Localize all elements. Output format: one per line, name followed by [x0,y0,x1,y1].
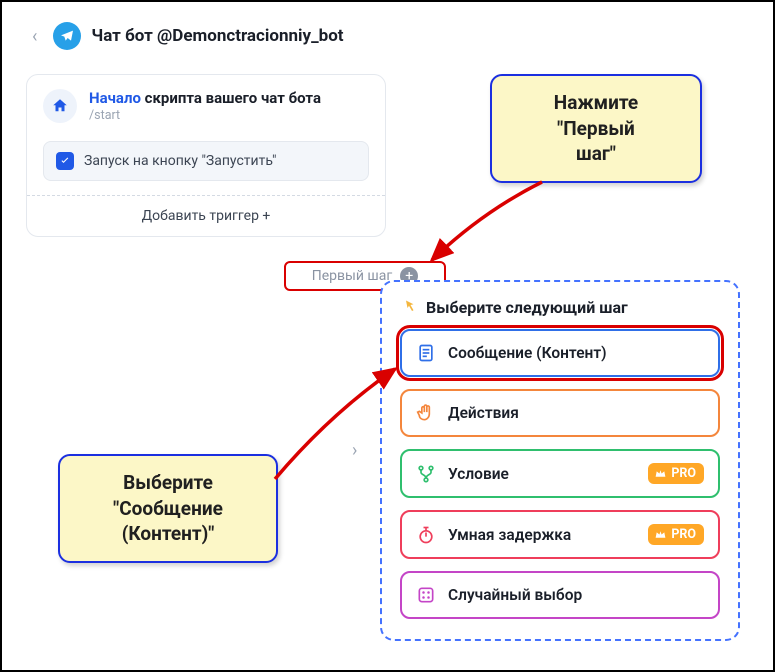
step-option-message[interactable]: Сообщение (Контент) [400,329,720,377]
panel-heading: Выберите следующий шаг [400,298,720,317]
document-icon [416,343,436,363]
step-option-actions[interactable]: Действия [400,389,720,437]
telegram-icon [53,22,81,50]
checkbox-checked-icon[interactable] [56,152,74,170]
dice-icon [416,585,436,605]
step-option-delay[interactable]: Умная задержка PRO [400,510,720,559]
hand-icon [416,403,436,423]
step-option-condition[interactable]: Условие PRO [400,449,720,498]
pro-badge: PRO [648,524,704,545]
back-button[interactable]: ‹ [26,24,43,49]
page-title: Чат бот @Demonctracionniy_bot [91,26,343,46]
step-option-random[interactable]: Случайный выбор [400,571,720,619]
header: ‹ Чат бот @Demonctracionniy_bot [2,2,773,58]
start-card: Начало скрипта вашего чат бота /start За… [26,74,386,237]
trigger-label: Запуск на кнопку "Запустить" [84,153,277,169]
add-trigger-button[interactable]: Добавить триггер + [27,195,385,236]
step-selection-panel: Выберите следующий шаг Сообщение (Контен… [380,280,740,641]
start-title: Начало скрипта вашего чат бота [89,89,321,107]
pointer-icon [400,299,418,317]
stopwatch-icon [416,525,436,545]
home-icon [43,89,77,123]
first-step-label: Первый шаг [312,268,393,284]
branch-icon [416,464,436,484]
crown-icon [654,528,667,541]
start-subtitle: /start [89,108,321,123]
trigger-row[interactable]: Запуск на кнопку "Запустить" [43,141,369,181]
pro-badge: PRO [648,463,704,484]
callout-first-step: Нажмите "Первый шаг" [490,74,702,183]
callout-select-message: Выберите "Сообщение (Контент)" [58,454,278,563]
crown-icon [654,467,667,480]
collapse-panel-button[interactable]: › [352,440,357,461]
